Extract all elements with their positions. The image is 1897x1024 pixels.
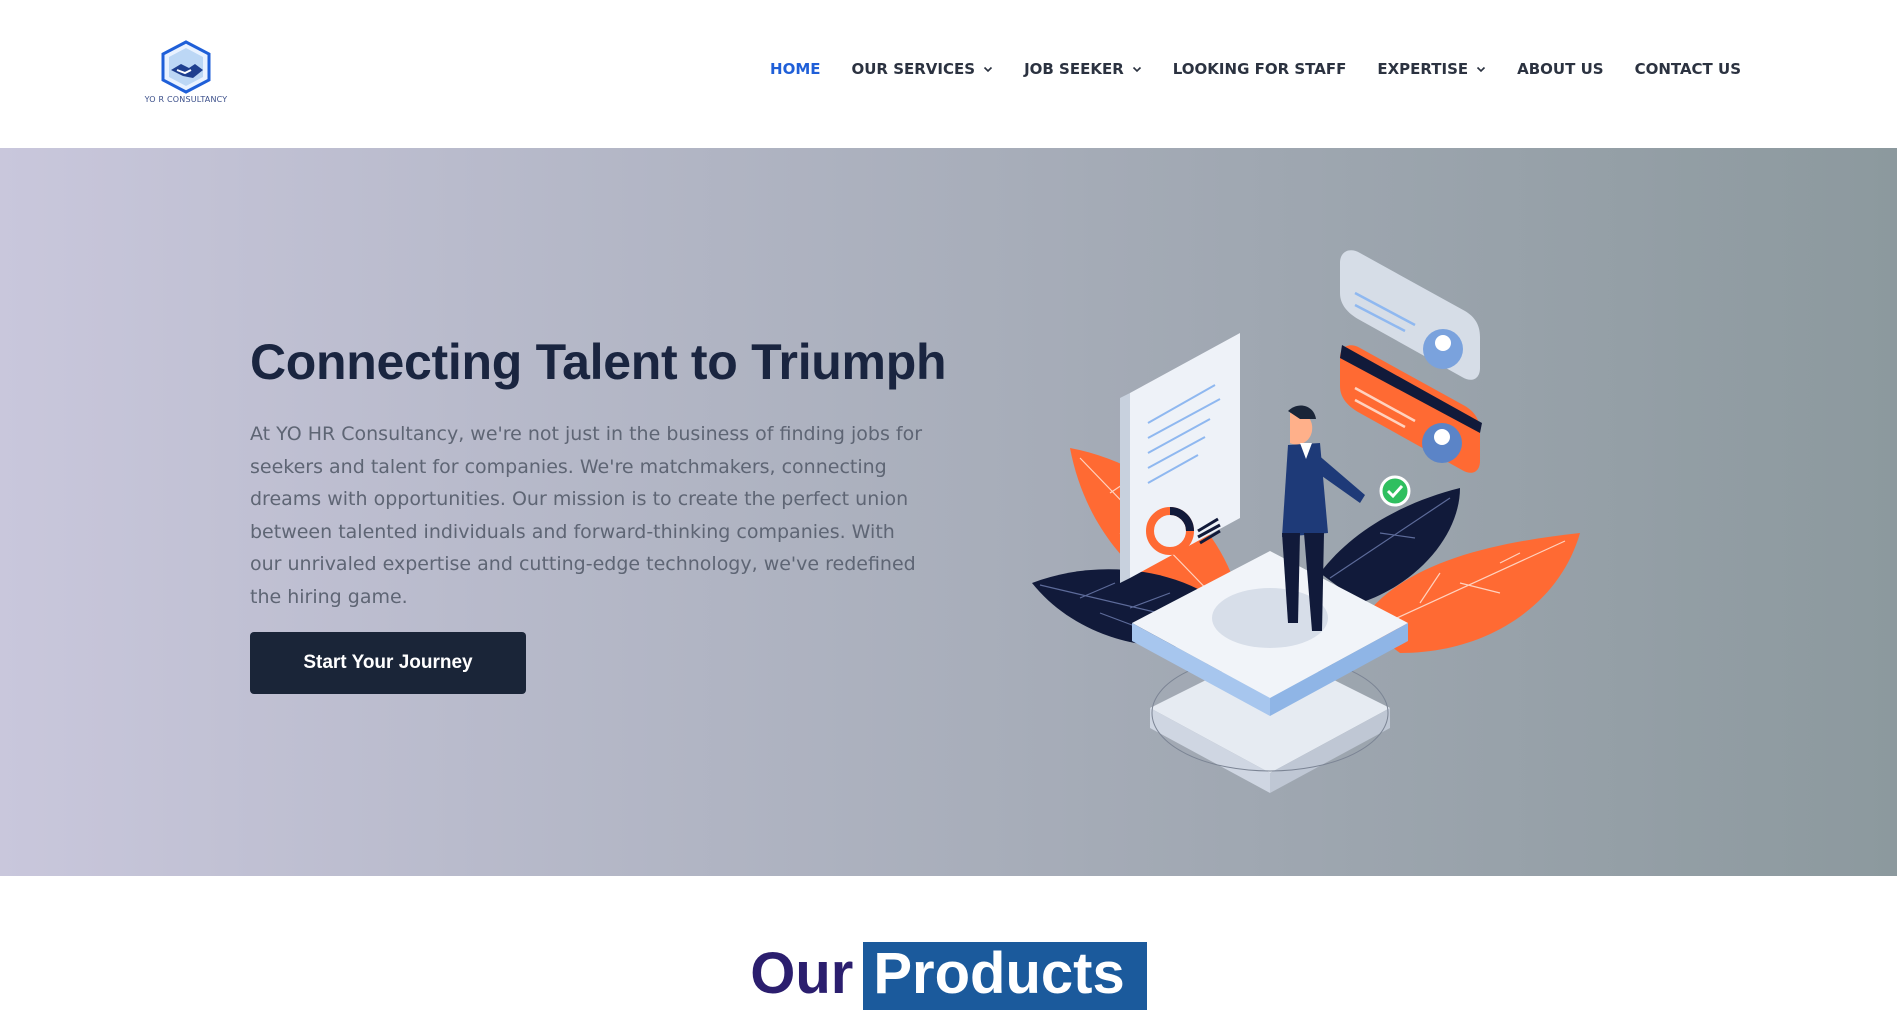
nav-contact-us-label: CONTACT US [1634,60,1741,78]
recruiter-illustration [1032,250,1580,793]
nav-contact-us[interactable]: CONTACT US [1635,60,1741,78]
handshake-hexagon-logo-icon [161,40,211,94]
site-logo[interactable]: YO R CONSULTANCY [143,40,229,110]
hero-description: At YO HR Consultancy, we're not just in … [250,423,923,608]
products-heading-word2: Products [863,942,1147,1010]
chevron-down-icon [1477,66,1486,73]
nav-expertise[interactable]: EXPERTISE [1377,60,1486,78]
hero-section: Connecting Talent to Triumph At YO HR Co… [0,148,1897,876]
nav-our-services-label: OUR SERVICES [851,60,976,78]
nav-expertise-label: EXPERTISE [1377,60,1469,78]
nav-job-seeker[interactable]: JOB SEEKER [1024,60,1142,78]
nav-home[interactable]: HOME [770,60,820,78]
chevron-down-icon [1132,66,1141,73]
check-badge [1379,475,1411,507]
products-heading: Our Products [0,940,1897,1010]
start-journey-button[interactable]: Start Your Journey [250,632,526,694]
nav-about-us-label: ABOUT US [1517,60,1604,78]
nav-about-us[interactable]: ABOUT US [1517,60,1603,78]
nav-looking-for-staff-label: LOOKING FOR STAFF [1172,60,1347,78]
nav-looking-for-staff[interactable]: LOOKING FOR STAFF [1173,60,1347,78]
chevron-down-icon [983,66,993,73]
products-heading-word1: Our [750,941,854,1006]
nav-home-label: HOME [770,60,821,78]
logo-text: YO R CONSULTANCY [144,95,228,104]
nav-job-seeker-label: JOB SEEKER [1024,60,1124,78]
nav-our-services[interactable]: OUR SERVICES [852,60,994,78]
hero-title: Connecting Talent to Triumph [250,334,947,390]
main-nav: HOME OUR SERVICES JOB SEEKER LOOKING FOR… [739,60,1741,78]
site-header: YO R CONSULTANCY HOME OUR SERVICES JOB S… [0,0,1897,148]
